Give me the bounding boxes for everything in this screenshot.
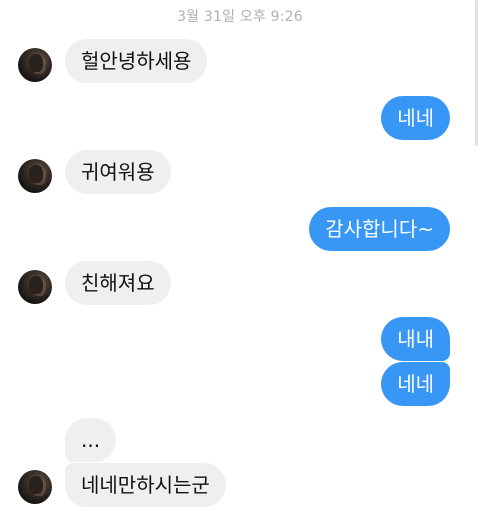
- incoming-message[interactable]: ...: [65, 418, 117, 462]
- scrollbar[interactable]: [475, 0, 478, 146]
- sender-avatar[interactable]: [18, 159, 52, 193]
- outgoing-message[interactable]: 네네: [381, 96, 450, 140]
- incoming-message[interactable]: 헐안녕하세용: [65, 39, 208, 83]
- sender-avatar[interactable]: [18, 470, 52, 504]
- chat-screen: 3월 31일 오후 9:26 헐안녕하세용 네네 귀여워용 감사합니다~ 친해져…: [0, 0, 480, 511]
- sender-avatar[interactable]: [18, 48, 52, 82]
- sender-avatar[interactable]: [18, 270, 52, 304]
- incoming-message[interactable]: 친해져요: [65, 261, 171, 305]
- outgoing-message[interactable]: 내내: [381, 317, 450, 361]
- outgoing-message[interactable]: 네네: [381, 362, 450, 406]
- incoming-message[interactable]: 네네만하시는군: [65, 463, 226, 507]
- incoming-message[interactable]: 귀여워용: [65, 150, 171, 194]
- message-timestamp: 3월 31일 오후 9:26: [177, 9, 303, 25]
- outgoing-message[interactable]: 감사합니다~: [309, 207, 450, 251]
